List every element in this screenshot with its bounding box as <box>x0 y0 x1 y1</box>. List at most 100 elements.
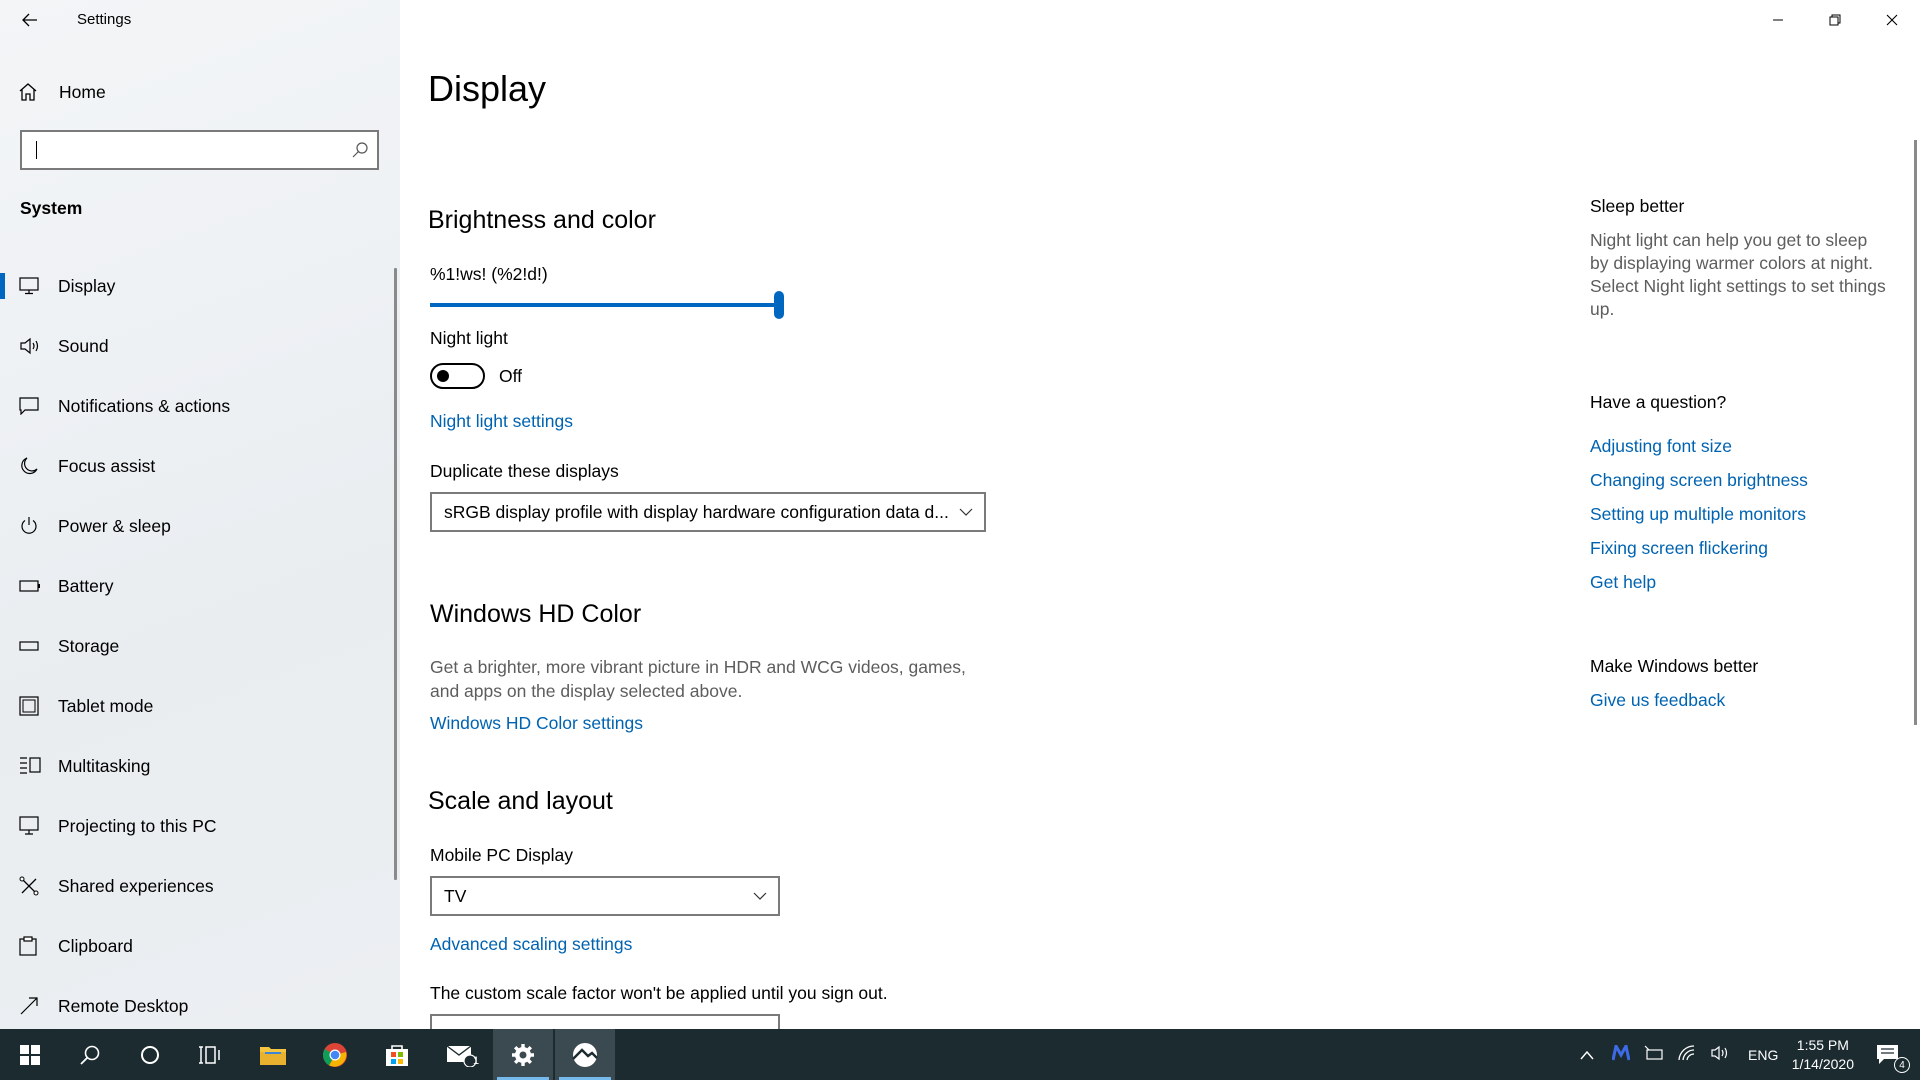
hd-color-description-line1: Get a brighter, more vibrant picture in … <box>430 657 966 677</box>
clock-date: 1/14/2020 <box>1791 1056 1854 1072</box>
search-icon <box>80 1045 100 1065</box>
page-title: Display <box>428 68 547 109</box>
clipboard-icon <box>19 936 49 956</box>
multitasking-icon <box>19 756 49 776</box>
sidebar-item-notifications[interactable]: Notifications & actions <box>0 376 398 436</box>
sidebar-item-projecting[interactable]: Projecting to this PC <box>0 796 398 856</box>
hd-color-settings-link[interactable]: Windows HD Color settings <box>430 713 643 734</box>
changing-brightness-link[interactable]: Changing screen brightness <box>1590 470 1808 491</box>
sidebar-item-label: Projecting to this PC <box>58 815 217 836</box>
sleep-better-text-line1: Night light can help you get to sleep <box>1590 230 1868 250</box>
title-bar: Settings <box>0 0 400 40</box>
app-taskbar-button[interactable] <box>555 1029 615 1080</box>
sidebar-item-remote-desktop[interactable]: Remote Desktop <box>0 976 398 1036</box>
scale-dropdown[interactable] <box>430 1014 780 1029</box>
home-icon <box>18 82 48 102</box>
system-tray: ENG <box>1580 1029 1778 1080</box>
night-light-settings-link[interactable]: Night light settings <box>430 411 573 432</box>
sidebar-item-label: Display <box>58 275 116 296</box>
store-icon <box>386 1044 408 1066</box>
toggle-knob <box>437 370 449 382</box>
adjusting-font-size-link[interactable]: Adjusting font size <box>1590 436 1732 457</box>
shared-icon <box>19 876 49 896</box>
battery-tray-icon[interactable] <box>1644 1045 1664 1064</box>
task-view-icon <box>199 1045 220 1064</box>
search-taskbar-button[interactable] <box>60 1029 120 1080</box>
search-icon[interactable] <box>351 141 369 164</box>
sidebar: Settings Home System Display Sound Notif… <box>0 0 400 1029</box>
sidebar-item-label: Storage <box>58 635 120 656</box>
sidebar-item-label: Sound <box>58 335 109 356</box>
sidebar-item-storage[interactable]: Storage <box>0 616 398 676</box>
gear-icon <box>512 1043 534 1066</box>
mail-icon <box>446 1044 476 1067</box>
mail-button[interactable]: 1 <box>431 1029 491 1080</box>
sidebar-item-display[interactable]: Display <box>0 256 398 316</box>
back-button[interactable] <box>14 6 46 34</box>
clock-time: 1:55 PM <box>1796 1037 1849 1053</box>
main-scrollbar[interactable] <box>1914 140 1917 725</box>
wifi-icon[interactable] <box>1678 1045 1698 1064</box>
duplicate-displays-dropdown[interactable]: sRGB display profile with display hardwa… <box>430 492 986 532</box>
action-center-button[interactable]: 4 <box>1858 1029 1918 1080</box>
display-select-dropdown[interactable]: TV <box>430 876 780 916</box>
sidebar-item-tablet-mode[interactable]: Tablet mode <box>0 676 398 736</box>
chevron-down-icon <box>958 504 974 525</box>
taskbar: 1 ENG 1:55 PM 1/14/2020 4 <box>0 1029 1920 1080</box>
sleep-better-title: Sleep better <box>1590 196 1685 216</box>
tablet-icon <box>19 696 49 716</box>
hd-color-description-line2: and apps on the display selected above. <box>430 681 743 701</box>
start-button[interactable] <box>0 1029 60 1080</box>
chrome-button[interactable] <box>305 1029 365 1080</box>
get-help-link[interactable]: Get help <box>1590 572 1656 593</box>
windows-logo-icon <box>20 1044 40 1065</box>
sidebar-item-label: Clipboard <box>58 935 133 956</box>
moon-icon <box>19 456 49 476</box>
screen-flickering-link[interactable]: Fixing screen flickering <box>1590 538 1768 559</box>
clock[interactable]: 1:55 PM 1/14/2020 <box>1792 1036 1854 1074</box>
sleep-better-text-line3: Select Night light settings to set thing… <box>1590 276 1886 296</box>
settings-taskbar-button[interactable] <box>493 1029 553 1080</box>
tray-app-icon[interactable] <box>1611 1041 1631 1064</box>
speaker-icon <box>19 337 49 355</box>
home-nav-item[interactable]: Home <box>0 72 398 112</box>
night-light-toggle[interactable] <box>430 363 485 389</box>
brightness-slider[interactable] <box>430 290 784 320</box>
cortana-button[interactable] <box>120 1029 180 1080</box>
monitor-icon <box>19 277 49 295</box>
power-icon <box>19 516 49 536</box>
search-input[interactable] <box>20 130 379 170</box>
scale-layout-heading: Scale and layout <box>428 787 613 815</box>
sidebar-item-label: Battery <box>58 575 114 596</box>
app-title: Settings <box>77 11 132 28</box>
store-button[interactable] <box>367 1029 427 1080</box>
battery-icon <box>19 580 49 592</box>
sidebar-item-power-sleep[interactable]: Power & sleep <box>0 496 398 556</box>
slider-thumb[interactable] <box>774 291 784 319</box>
slider-track <box>430 303 778 307</box>
brightness-heading: Brightness and color <box>428 206 656 234</box>
file-explorer-button[interactable] <box>243 1029 303 1080</box>
sidebar-item-shared-experiences[interactable]: Shared experiences <box>0 856 398 916</box>
language-indicator[interactable]: ENG <box>1748 1047 1778 1063</box>
sidebar-item-clipboard[interactable]: Clipboard <box>0 916 398 976</box>
sidebar-item-label: Tablet mode <box>58 695 154 716</box>
volume-icon[interactable] <box>1710 1045 1730 1064</box>
sidebar-nav: Display Sound Notifications & actions Fo… <box>0 256 398 1036</box>
sidebar-item-battery[interactable]: Battery <box>0 556 398 616</box>
sidebar-item-label: Notifications & actions <box>58 395 231 416</box>
mail-badge: 1 <box>473 1055 480 1067</box>
sidebar-item-multitasking[interactable]: Multitasking <box>0 736 398 796</box>
advanced-scaling-link[interactable]: Advanced scaling settings <box>430 934 632 955</box>
sidebar-scrollbar[interactable] <box>394 268 397 880</box>
brightness-slider-label: %1!ws! (%2!d!) <box>430 264 548 284</box>
chevron-up-icon[interactable] <box>1580 1047 1594 1063</box>
task-view-button[interactable] <box>180 1029 240 1080</box>
give-feedback-link[interactable]: Give us feedback <box>1590 690 1725 711</box>
make-windows-better-title: Make Windows better <box>1590 656 1759 676</box>
multiple-monitors-link[interactable]: Setting up multiple monitors <box>1590 504 1806 525</box>
sidebar-item-sound[interactable]: Sound <box>0 316 398 376</box>
hd-color-heading: Windows HD Color <box>430 600 642 628</box>
home-label: Home <box>59 81 106 102</box>
sidebar-item-focus-assist[interactable]: Focus assist <box>0 436 398 496</box>
